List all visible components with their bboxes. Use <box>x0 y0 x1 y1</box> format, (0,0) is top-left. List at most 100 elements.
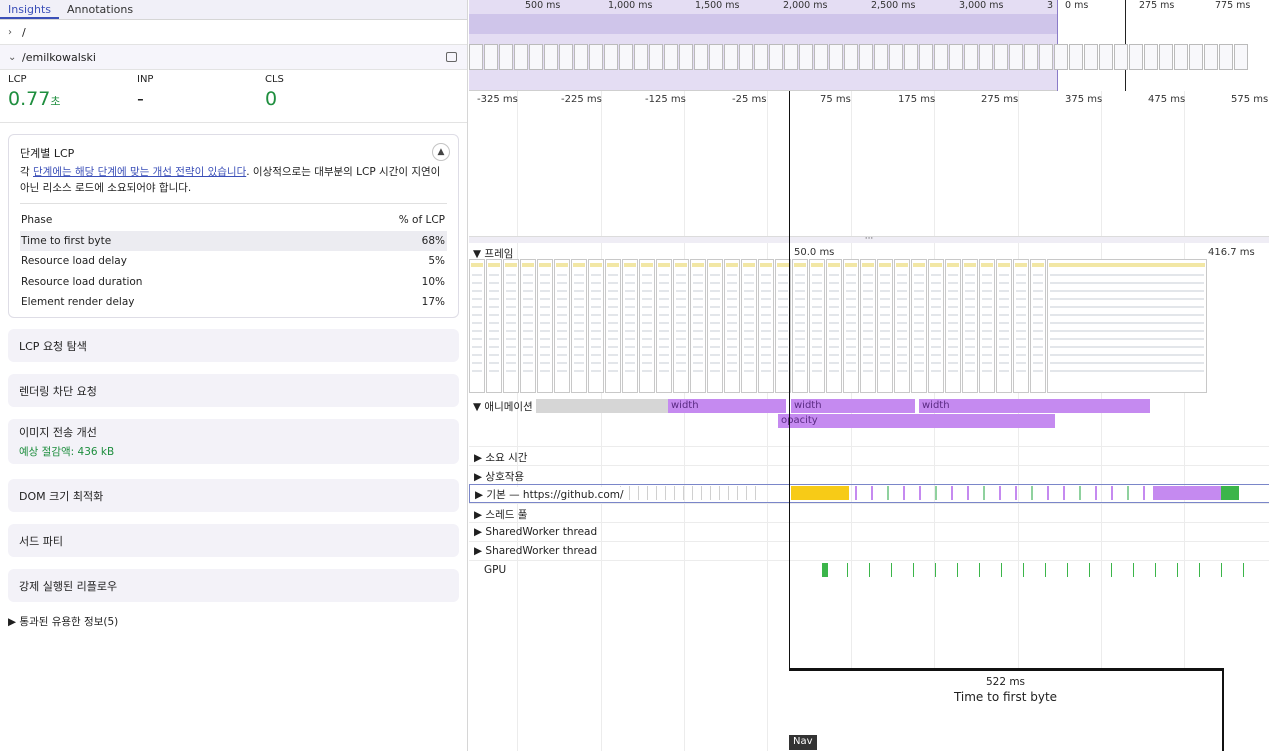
track-interactions[interactable]: ▶ 상호작용 <box>469 465 1269 484</box>
frame-thumbnail[interactable] <box>673 259 689 393</box>
frame-thumbnail[interactable] <box>503 259 519 393</box>
main-task[interactable] <box>871 486 873 500</box>
frame-thumbnail[interactable] <box>1030 259 1046 393</box>
main-task[interactable] <box>999 486 1001 500</box>
frame-thumbnail[interactable] <box>724 259 740 393</box>
main-task-rendering[interactable] <box>1153 486 1221 500</box>
main-task[interactable] <box>629 486 630 500</box>
gpu-task[interactable] <box>957 563 958 577</box>
main-task[interactable] <box>638 486 639 500</box>
track-gpu[interactable]: GPU <box>469 560 1269 579</box>
main-task[interactable] <box>1095 486 1097 500</box>
animation-bar-width[interactable]: width <box>919 399 1150 413</box>
frame-thumbnail[interactable] <box>741 259 757 393</box>
gpu-task[interactable] <box>1067 563 1068 577</box>
main-task[interactable] <box>728 486 729 500</box>
frame-thumbnail[interactable] <box>656 259 672 393</box>
main-task[interactable] <box>1031 486 1033 500</box>
main-task[interactable] <box>737 486 738 500</box>
frame-thumbnail[interactable] <box>707 259 723 393</box>
main-task-scripting[interactable] <box>791 486 849 500</box>
screenshot-icon[interactable] <box>446 52 457 62</box>
gpu-task[interactable] <box>1133 563 1134 577</box>
main-task[interactable] <box>719 486 720 500</box>
frame-thumbnail[interactable] <box>945 259 961 393</box>
insight-image-delivery[interactable]: 이미지 전송 개선 예상 절감액: 436 kB <box>8 419 459 464</box>
tab-annotations[interactable]: Annotations <box>59 0 141 19</box>
frame-thumbnail[interactable] <box>605 259 621 393</box>
main-task[interactable] <box>1047 486 1049 500</box>
gpu-task[interactable] <box>891 563 892 577</box>
frame-thumbnail[interactable] <box>894 259 910 393</box>
gpu-task[interactable] <box>935 563 936 577</box>
frame-thumbnail[interactable] <box>622 259 638 393</box>
timeline-overview[interactable]: 500 ms 1,000 ms 1,500 ms 2,000 ms 2,500 … <box>469 0 1269 91</box>
main-task[interactable] <box>701 486 702 500</box>
main-task[interactable] <box>746 486 747 500</box>
gpu-task[interactable] <box>1177 563 1178 577</box>
gpu-task[interactable] <box>913 563 914 577</box>
metric-cls[interactable]: CLS 0 <box>265 74 284 110</box>
gpu-task[interactable] <box>1243 563 1244 577</box>
frame-thumbnail[interactable] <box>520 259 536 393</box>
pane-resize-handle[interactable]: ··· <box>469 235 1269 244</box>
insight-lcp-request-discovery[interactable]: LCP 요청 탐색 <box>8 329 459 362</box>
tab-insights[interactable]: Insights <box>0 0 60 19</box>
frame-thumbnail[interactable] <box>996 259 1012 393</box>
gpu-task[interactable] <box>979 563 980 577</box>
frame-thumbnail[interactable] <box>928 259 944 393</box>
frame-thumbnail[interactable] <box>588 259 604 393</box>
frame-thumbnail[interactable] <box>792 259 808 393</box>
main-task[interactable] <box>1143 486 1145 500</box>
animation-bar-width[interactable]: width <box>791 399 915 413</box>
gpu-task[interactable] <box>1199 563 1200 577</box>
animation-bar-opacity[interactable]: opacity <box>778 414 1055 428</box>
main-task[interactable] <box>903 486 905 500</box>
main-task[interactable] <box>1127 486 1129 500</box>
collapse-icon[interactable]: ▲ <box>432 143 450 161</box>
main-task[interactable] <box>710 486 711 500</box>
table-row[interactable]: Resource load delay 5% <box>20 251 447 272</box>
animation-bar-width[interactable]: width <box>668 399 786 413</box>
main-task[interactable] <box>887 486 889 500</box>
frame-thumbnail[interactable] <box>809 259 825 393</box>
main-task[interactable] <box>647 486 648 500</box>
frame-thumbnail[interactable] <box>877 259 893 393</box>
table-row[interactable]: Resource load duration 10% <box>20 272 447 293</box>
ttfb-overlay[interactable]: 522 ms Time to first byte <box>789 668 1224 751</box>
main-task[interactable] <box>674 486 675 500</box>
main-task[interactable] <box>1063 486 1065 500</box>
gpu-task[interactable] <box>1089 563 1090 577</box>
gpu-task[interactable] <box>1155 563 1156 577</box>
frame-thumbnail[interactable] <box>1013 259 1029 393</box>
main-task[interactable] <box>983 486 985 500</box>
gpu-task[interactable] <box>1221 563 1222 577</box>
frame-thumbnail[interactable] <box>469 259 485 393</box>
frame-thumbnail[interactable] <box>962 259 978 393</box>
frame-thumbnail[interactable] <box>486 259 502 393</box>
main-task[interactable] <box>665 486 666 500</box>
passed-insights-toggle[interactable]: ▶ 통과된 유용한 정보(5) <box>8 614 118 629</box>
frame-thumbnail[interactable] <box>843 259 859 393</box>
insight-render-blocking[interactable]: 렌더링 차단 요청 <box>8 374 459 407</box>
frame-thumbnail[interactable] <box>826 259 842 393</box>
frame-thumbnail[interactable] <box>911 259 927 393</box>
frame-thumbnail[interactable] <box>860 259 876 393</box>
frames-filmstrip[interactable] <box>469 259 1233 395</box>
frame-thumbnail[interactable] <box>690 259 706 393</box>
metric-lcp[interactable]: LCP 0.77초 <box>8 74 60 110</box>
frame-thumbnail[interactable] <box>554 259 570 393</box>
frame-thumbnail[interactable] <box>758 259 774 393</box>
main-task[interactable] <box>1015 486 1017 500</box>
insight-dom-size[interactable]: DOM 크기 최적화 <box>8 479 459 512</box>
track-main-thread[interactable]: ▶ 기본 — https://github.com/ <box>469 484 1269 503</box>
main-task[interactable] <box>951 486 953 500</box>
main-task[interactable] <box>1111 486 1113 500</box>
main-task[interactable] <box>755 486 756 500</box>
gpu-task[interactable] <box>1111 563 1112 577</box>
main-task[interactable] <box>855 486 857 500</box>
main-task[interactable] <box>692 486 693 500</box>
frame-thumbnail[interactable] <box>1047 259 1207 393</box>
track-shared-worker[interactable]: ▶ SharedWorker thread <box>469 522 1269 541</box>
track-thread-pool[interactable]: ▶ 스레드 풀 <box>469 503 1269 522</box>
